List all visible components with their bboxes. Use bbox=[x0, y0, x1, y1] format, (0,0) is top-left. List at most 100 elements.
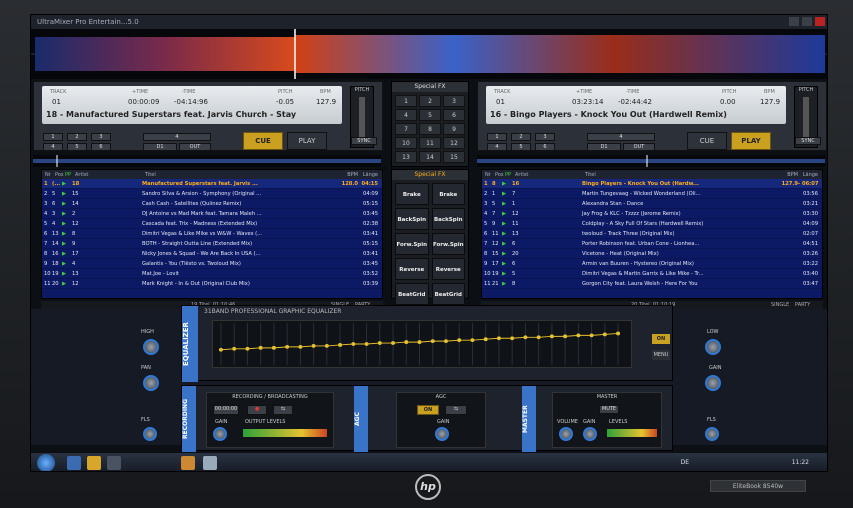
table-row[interactable]: 5 4 ▶ 12 Cascada feat. Trix - Madness (Exten… bbox=[42, 219, 382, 229]
table-row[interactable]: 10 19 ▶ 13 Mat.Joe - Lovit 03:52 bbox=[42, 269, 382, 279]
hotcue-7[interactable]: 7 bbox=[395, 123, 417, 135]
eq-band-handle[interactable] bbox=[483, 337, 488, 342]
fls-knob-a[interactable] bbox=[143, 427, 157, 441]
minimize-button[interactable] bbox=[789, 17, 799, 26]
eq-on-button[interactable]: ON bbox=[652, 334, 670, 344]
eq-band-handle[interactable] bbox=[589, 333, 594, 338]
deck-a-sync-button[interactable]: SYNC bbox=[351, 137, 377, 145]
hotcue-1[interactable]: 1 bbox=[395, 95, 417, 107]
table-row[interactable]: 9 17 ▶ 6 Armin van Buuren - Hystereo (Origin… bbox=[482, 259, 822, 269]
table-row[interactable]: 2 1 ▶ 7 Martin Tungevaag - Wicked Wonderland… bbox=[482, 189, 822, 199]
deck-b-key-1[interactable]: 1 bbox=[487, 133, 507, 141]
deck-b-cue-button[interactable]: CUE bbox=[687, 132, 727, 150]
high-knob-a[interactable] bbox=[143, 339, 159, 355]
eq-band-handle[interactable] bbox=[298, 344, 303, 349]
deck-b-loop-size[interactable]: 4 bbox=[587, 133, 655, 141]
deck-b-sync-button[interactable]: SYNC bbox=[795, 137, 821, 145]
ultramixer-icon[interactable] bbox=[203, 456, 217, 470]
deck-b-out-button[interactable]: OUT bbox=[623, 143, 655, 151]
col-titel[interactable]: Titel bbox=[142, 172, 332, 178]
deck-a-out-button[interactable]: OUT bbox=[179, 143, 211, 151]
col-pp[interactable]: PP bbox=[502, 172, 512, 178]
col-lange[interactable]: Länge bbox=[798, 172, 820, 178]
col-pos[interactable]: Pos bbox=[52, 172, 64, 178]
eq-band-handle[interactable] bbox=[457, 338, 462, 343]
eq-band-handle[interactable] bbox=[377, 341, 382, 345]
mute-button[interactable]: MUTE bbox=[599, 405, 619, 414]
playlist-b-single[interactable]: SINGLE bbox=[771, 302, 789, 308]
table-row[interactable]: 9 18 ▶ 4 Galantis - You (Tiësto vs. Twoloud … bbox=[42, 259, 382, 269]
deck-a-key-2[interactable]: 2 bbox=[67, 133, 87, 141]
deck-b-play-button[interactable]: PLAY bbox=[731, 132, 771, 150]
table-row[interactable]: 5 9 ▶ 11 Coldplay - A Sky Full Of Stars (Har… bbox=[482, 219, 822, 229]
recording-gain-knob[interactable] bbox=[213, 427, 227, 441]
fx-backspin-button[interactable]: BackSpin bbox=[431, 208, 465, 230]
eq-band-handle[interactable] bbox=[549, 334, 554, 339]
eq-band-handle[interactable] bbox=[232, 346, 237, 351]
eq-band-handle[interactable] bbox=[443, 339, 448, 344]
volume-knob[interactable] bbox=[559, 427, 573, 441]
col-bpm[interactable]: BPM bbox=[332, 172, 358, 178]
fx-reverse-button[interactable]: Reverse bbox=[395, 258, 429, 280]
eq-menu-button[interactable]: MENU bbox=[652, 350, 670, 360]
table-row[interactable]: 6 13 ▶ 8 Dimitri Vegas & Like Mike vs W&W - … bbox=[42, 229, 382, 239]
eq-band-handle[interactable] bbox=[523, 335, 528, 340]
hotcue-12[interactable]: 12 bbox=[443, 137, 465, 149]
deck-a-key-5[interactable]: 5 bbox=[67, 143, 87, 151]
table-row[interactable]: 7 12 ▶ 6 Porter Robinson feat. Urban Cone - … bbox=[482, 239, 822, 249]
hotcue-10[interactable]: 10 bbox=[395, 137, 417, 149]
eq-band-handle[interactable] bbox=[338, 343, 343, 347]
broadcast-button[interactable]: ⇆ bbox=[273, 405, 293, 415]
deck-a-key-3[interactable]: 3 bbox=[91, 133, 111, 141]
fls-knob-b[interactable] bbox=[705, 427, 719, 441]
fx-brake-button[interactable]: Brake bbox=[395, 183, 429, 205]
eq-band-handle[interactable] bbox=[285, 344, 290, 349]
table-row[interactable]: 10 19 ▶ 5 Dimitri Vegas & Martin Garrix & Li… bbox=[482, 269, 822, 279]
hotcue-2[interactable]: 2 bbox=[419, 95, 441, 107]
gain-knob-b[interactable] bbox=[705, 375, 721, 391]
deck-b-key-6[interactable]: 6 bbox=[535, 143, 555, 151]
deck-b-key-2[interactable]: 2 bbox=[511, 133, 531, 141]
table-row[interactable]: 2 5 ▶ 15 Sandro Silva & Arsion - Symphony (O… bbox=[42, 189, 382, 199]
eq-band-handle[interactable] bbox=[258, 345, 263, 350]
center-fx-select[interactable]: Special FX bbox=[392, 82, 468, 92]
folder-icon[interactable] bbox=[87, 456, 101, 470]
hotcue-6[interactable]: 6 bbox=[443, 109, 465, 121]
deck-a-key-6[interactable]: 6 bbox=[91, 143, 111, 151]
agc-on-button[interactable]: ON bbox=[417, 405, 439, 415]
eq-band-handle[interactable] bbox=[245, 346, 250, 351]
eq-curve[interactable] bbox=[212, 320, 632, 368]
col-nr[interactable]: Nr bbox=[482, 172, 492, 178]
col-pos[interactable]: Pos bbox=[492, 172, 504, 178]
master-gain-knob[interactable] bbox=[583, 427, 597, 441]
close-button[interactable] bbox=[815, 17, 825, 26]
agc-toggle[interactable]: ⇆ bbox=[445, 405, 467, 415]
hotcue-8[interactable]: 8 bbox=[419, 123, 441, 135]
col-artist[interactable]: Artist bbox=[512, 172, 582, 178]
hotcue-11[interactable]: 11 bbox=[419, 137, 441, 149]
deck-a-loop-size[interactable]: 4 bbox=[143, 133, 211, 141]
table-row[interactable]: 4 7 ▶ 12 Jay Frog & KLC - Tzzzz (Jerome Remi… bbox=[482, 209, 822, 219]
fx-reverse-button[interactable]: Reverse bbox=[431, 258, 465, 280]
fx-forwspin-button[interactable]: Forw.Spin bbox=[395, 233, 429, 255]
app-icon[interactable] bbox=[107, 456, 121, 470]
table-row[interactable]: 3 6 ▶ 14 Cash Cash - Satellites (Quiinez Rem… bbox=[42, 199, 382, 209]
start-button[interactable] bbox=[37, 454, 55, 471]
hotcue-13[interactable]: 13 bbox=[395, 151, 417, 163]
eq-band-handle[interactable] bbox=[351, 342, 356, 346]
deck-b-waveform[interactable] bbox=[477, 155, 825, 167]
hotcue-9[interactable]: 9 bbox=[443, 123, 465, 135]
deck-b-d1-button[interactable]: D1 bbox=[587, 143, 621, 151]
eq-band-handle[interactable] bbox=[324, 344, 329, 348]
eq-band-handle[interactable] bbox=[391, 341, 396, 345]
eq-band-handle[interactable] bbox=[218, 347, 223, 352]
eq-band-handle[interactable] bbox=[576, 333, 581, 338]
deck-b-key-4[interactable]: 4 bbox=[487, 143, 507, 151]
table-row[interactable]: 4 3 ▶ 2 DJ Antoine vs Mad Mark feat. Tamara … bbox=[42, 209, 382, 219]
table-row[interactable]: 7 14 ▶ 9 BOTH - Straight Outta Line (Extende… bbox=[42, 239, 382, 249]
fx-select[interactable]: Special FX bbox=[392, 170, 468, 180]
eq-band-handle[interactable] bbox=[536, 335, 541, 340]
hotcue-5[interactable]: 5 bbox=[419, 109, 441, 121]
col-titel[interactable]: Titel bbox=[582, 172, 772, 178]
deck-a-waveform[interactable] bbox=[33, 155, 381, 167]
